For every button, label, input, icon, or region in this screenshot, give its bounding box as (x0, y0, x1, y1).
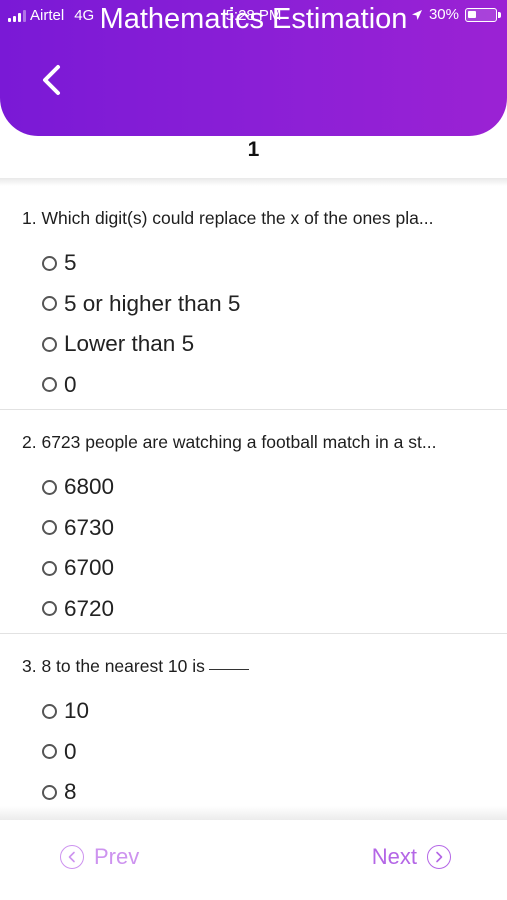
question-list[interactable]: 1. Which digit(s) could replace the x of… (0, 186, 507, 806)
radio-button-icon[interactable] (42, 560, 57, 576)
footer-shadow (0, 806, 507, 820)
answer-option[interactable]: 6800 (42, 467, 507, 508)
answer-blank (208, 669, 249, 670)
radio-button-icon[interactable] (42, 520, 57, 536)
question-card: 2. 6723 people are watching a football m… (0, 410, 507, 634)
radio-button-icon[interactable] (42, 703, 57, 719)
option-label: 6700 (64, 555, 115, 581)
divider (0, 178, 507, 186)
answer-option[interactable]: 6730 (42, 508, 507, 549)
radio-button-icon[interactable] (42, 479, 57, 495)
page-number: 1 (247, 138, 260, 161)
answer-option[interactable]: 0 (42, 732, 507, 773)
prev-button[interactable]: Prev (60, 844, 139, 870)
option-label: 6720 (64, 595, 115, 621)
chevron-left-circle-icon (60, 845, 84, 869)
option-label: 5 (64, 250, 77, 276)
option-label: 6730 (64, 514, 115, 540)
option-label: 8 (64, 779, 77, 805)
options-list: 6800 6730 6700 6720 (0, 453, 507, 633)
radio-button-icon[interactable] (42, 601, 57, 617)
app-header: Airtel 4G 5:28 PM 30% Mathematics Estima… (0, 0, 507, 136)
answer-option[interactable]: 10 (42, 691, 507, 732)
answer-option[interactable]: 5 or higher than 5 (42, 284, 507, 325)
question-text: 2. 6723 people are watching a football m… (22, 432, 437, 452)
next-label: Next (371, 844, 417, 869)
options-list: 5 5 or higher than 5 Lower than 5 0 (0, 229, 507, 409)
page-title: Mathematics Estimation (99, 3, 408, 35)
back-button[interactable] (34, 62, 70, 98)
answer-option[interactable]: Lower than 5 (42, 324, 507, 365)
radio-button-icon[interactable] (42, 784, 57, 800)
question-text-label: 3. 8 to the nearest 10 is (22, 656, 205, 676)
prev-label: Prev (94, 844, 140, 869)
footer-nav: Prev Next (0, 820, 507, 900)
battery-icon (465, 7, 501, 22)
option-label: 0 (64, 738, 77, 764)
question-card: 1. Which digit(s) could replace the x of… (0, 186, 507, 410)
option-label: Lower than 5 (64, 331, 195, 357)
chevron-left-icon (43, 65, 60, 95)
answer-option[interactable]: 5 (42, 243, 507, 284)
question-text: 3. 8 to the nearest 10 is (0, 634, 507, 677)
options-list: 10 0 8 (0, 677, 507, 806)
answer-option[interactable]: 8 (42, 772, 507, 806)
radio-button-icon[interactable] (42, 255, 57, 271)
answer-option[interactable]: 6720 (42, 589, 507, 630)
radio-button-icon[interactable] (42, 377, 57, 393)
chevron-right-circle-icon (427, 845, 451, 869)
option-label: 0 (64, 371, 77, 397)
option-label: 6800 (64, 474, 115, 500)
radio-button-icon[interactable] (42, 296, 57, 312)
question-card: 3. 8 to the nearest 10 is 10 0 8 (0, 634, 507, 806)
option-label: 10 (64, 698, 90, 724)
radio-button-icon[interactable] (42, 744, 57, 760)
answer-option[interactable]: 0 (42, 365, 507, 406)
answer-option[interactable]: 6700 (42, 548, 507, 589)
radio-button-icon[interactable] (42, 336, 57, 352)
next-button[interactable]: Next (372, 844, 451, 870)
option-label: 5 or higher than 5 (64, 290, 241, 316)
question-text: 1. Which digit(s) could replace the x of… (22, 208, 434, 228)
